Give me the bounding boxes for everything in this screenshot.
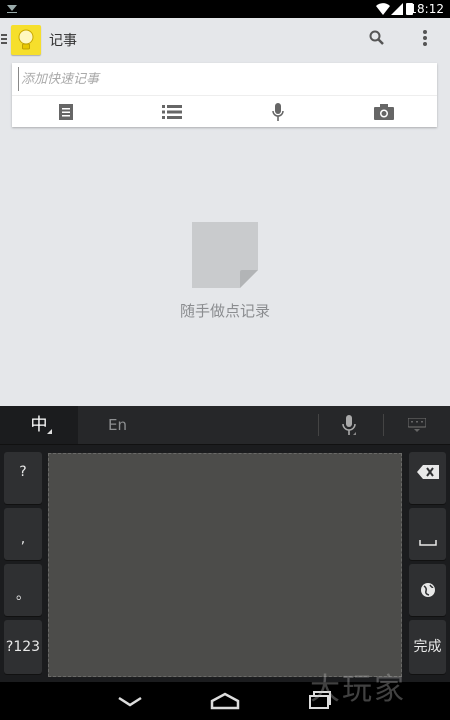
globe-icon <box>420 583 435 597</box>
period-key[interactable]: 。 <box>4 564 42 616</box>
space-key[interactable] <box>409 508 446 560</box>
empty-state-message: 随手做点记录 <box>179 302 270 320</box>
new-checklist-button[interactable] <box>142 96 202 128</box>
status-time: 18:12 <box>409 2 444 16</box>
space-icon <box>418 540 437 546</box>
new-photo-note-button[interactable] <box>354 96 414 128</box>
handwriting-pad[interactable] <box>48 453 402 677</box>
new-text-note-button[interactable] <box>36 96 96 128</box>
checklist-icon <box>162 105 182 119</box>
mic-icon <box>272 103 284 121</box>
quick-note-input[interactable] <box>18 67 431 91</box>
lightbulb-icon <box>18 29 34 50</box>
voice-input-icon[interactable] <box>342 415 356 437</box>
search-icon[interactable] <box>369 30 385 46</box>
empty-notes-icon <box>192 222 258 288</box>
action-bar: 记事 <box>0 18 450 62</box>
note-type-toolbar <box>12 95 437 128</box>
new-voice-note-button[interactable] <box>248 96 308 128</box>
quick-note-card <box>12 63 437 127</box>
hide-keyboard-icon[interactable] <box>408 418 426 432</box>
symbols-key[interactable]: ?123 <box>4 620 42 674</box>
comma-key[interactable]: , <box>4 508 42 560</box>
drawer-indicator-icon[interactable] <box>1 34 7 46</box>
status-bar: 18:12 <box>0 0 450 18</box>
language-switch-key[interactable] <box>409 564 446 616</box>
mode-corner-indicator <box>47 429 52 434</box>
home-icon[interactable] <box>210 692 240 710</box>
chinese-mode-tab[interactable]: 中 <box>0 406 78 444</box>
keep-app-icon[interactable] <box>11 25 41 55</box>
keyboard-top-bar: 中 En <box>0 406 450 445</box>
overflow-menu-icon[interactable] <box>423 30 428 48</box>
chinese-mode-label: 中 <box>30 415 48 435</box>
english-mode-tab[interactable]: En <box>108 406 127 444</box>
done-key[interactable]: 完成 <box>409 620 446 674</box>
ime-keyboard: 中 En ? , 。 ?123 完成 <box>0 406 450 682</box>
backspace-key[interactable] <box>409 452 446 504</box>
text-note-icon <box>59 104 73 120</box>
signal-icon <box>391 3 403 15</box>
watermark: 大玩家 <box>310 672 406 707</box>
backspace-icon <box>416 465 439 479</box>
keep-app: 记事 添加快速记事 随手做点记录 <box>0 18 450 406</box>
app-title: 记事 <box>49 33 77 49</box>
download-notification-icon <box>7 5 17 13</box>
wifi-icon <box>376 3 390 15</box>
camera-icon <box>374 104 394 120</box>
back-down-icon[interactable] <box>117 696 143 708</box>
divider <box>318 414 319 436</box>
question-key[interactable]: ? <box>4 452 42 504</box>
divider <box>383 414 384 436</box>
